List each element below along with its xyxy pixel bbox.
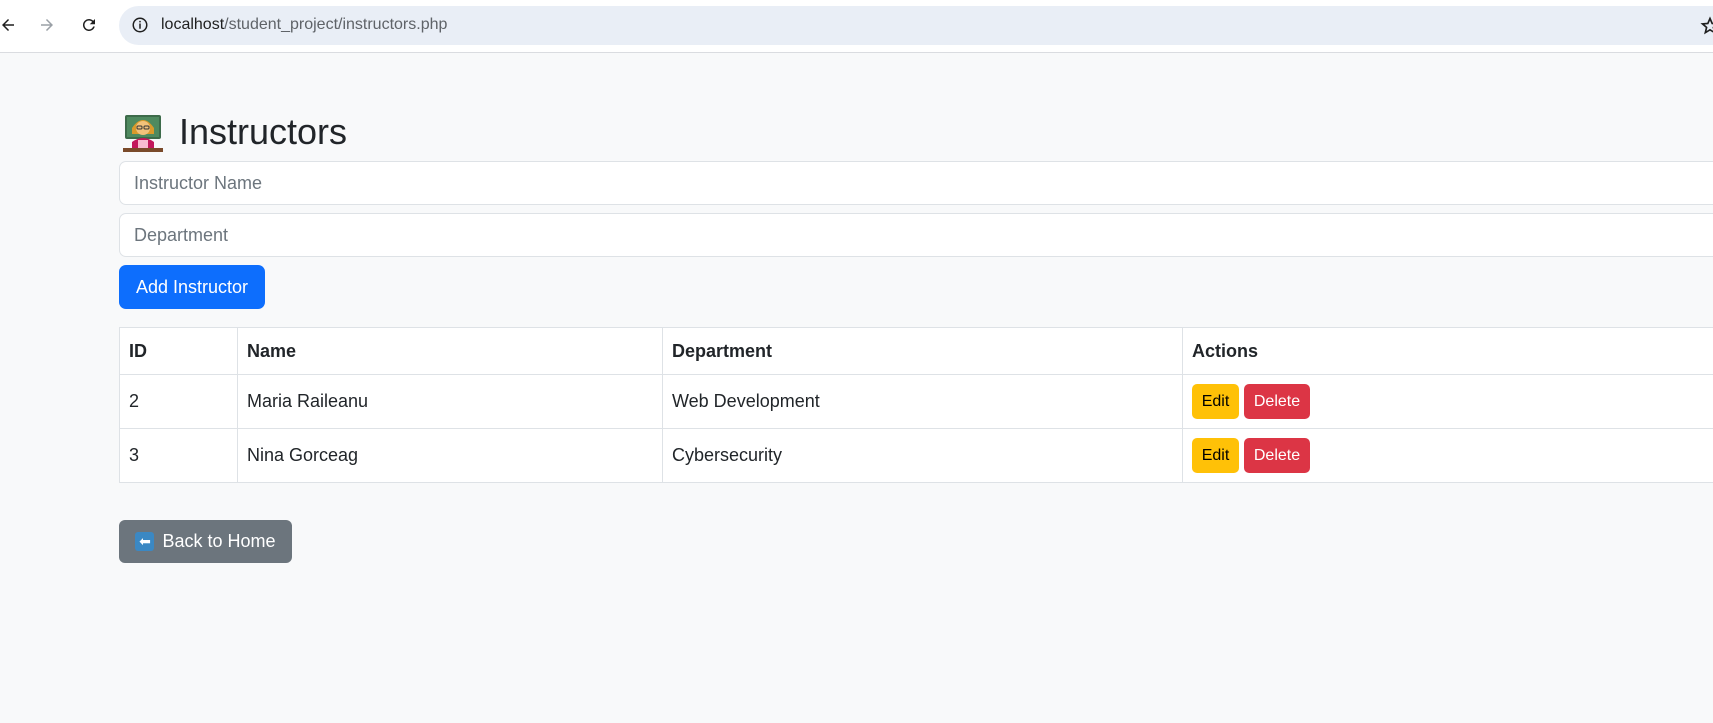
teacher-icon: [123, 115, 163, 152]
header-name: Name: [237, 327, 663, 375]
url-text: localhost/student_project/instructors.ph…: [161, 16, 447, 34]
url-host: localhost: [161, 16, 225, 33]
instructor-name-input[interactable]: [119, 161, 1713, 205]
instructors-table: ID Name Department Actions 2 Maria Raile…: [119, 327, 1713, 483]
header-id: ID: [119, 327, 238, 375]
back-to-home-button[interactable]: ⬅ Back to Home: [119, 520, 292, 563]
delete-button[interactable]: Delete: [1244, 384, 1310, 419]
page-heading: Instructors: [123, 110, 347, 154]
cell-id: 3: [119, 428, 238, 483]
edit-button[interactable]: Edit: [1192, 384, 1239, 419]
url-path: /student_project/instructors.php: [224, 16, 448, 33]
add-instructor-button[interactable]: Add Instructor: [119, 265, 265, 309]
cell-actions: Edit Delete: [1182, 374, 1713, 429]
site-info-icon[interactable]: [131, 16, 149, 34]
page-title: Instructors: [179, 111, 348, 152]
edit-button[interactable]: Edit: [1192, 438, 1239, 473]
delete-button[interactable]: Delete: [1244, 438, 1310, 473]
cell-name: Nina Gorceag: [237, 428, 663, 483]
back-to-home-label: Back to Home: [162, 531, 276, 551]
table-header-row: ID Name Department Actions: [119, 327, 1713, 375]
star-icon[interactable]: [1700, 16, 1713, 36]
address-bar[interactable]: localhost/student_project/instructors.ph…: [119, 6, 1713, 45]
header-actions: Actions: [1182, 327, 1713, 375]
header-department: Department: [662, 327, 1183, 375]
cell-id: 2: [119, 374, 238, 429]
reload-icon[interactable]: [77, 13, 101, 37]
table-row: 2 Maria Raileanu Web Development Edit Del…: [119, 374, 1713, 429]
cell-department: Cybersecurity: [662, 428, 1183, 483]
browser-toolbar: localhost/student_project/instructors.ph…: [0, 0, 1713, 53]
forward-icon[interactable]: [35, 13, 59, 37]
department-input[interactable]: [119, 213, 1713, 257]
left-arrow-icon: ⬅: [135, 532, 155, 551]
back-icon[interactable]: [0, 13, 20, 37]
cell-actions: Edit Delete: [1182, 428, 1713, 483]
cell-name: Maria Raileanu: [237, 374, 663, 429]
cell-department: Web Development: [662, 374, 1183, 429]
table-row: 3 Nina Gorceag Cybersecurity Edit Delete: [119, 428, 1713, 483]
